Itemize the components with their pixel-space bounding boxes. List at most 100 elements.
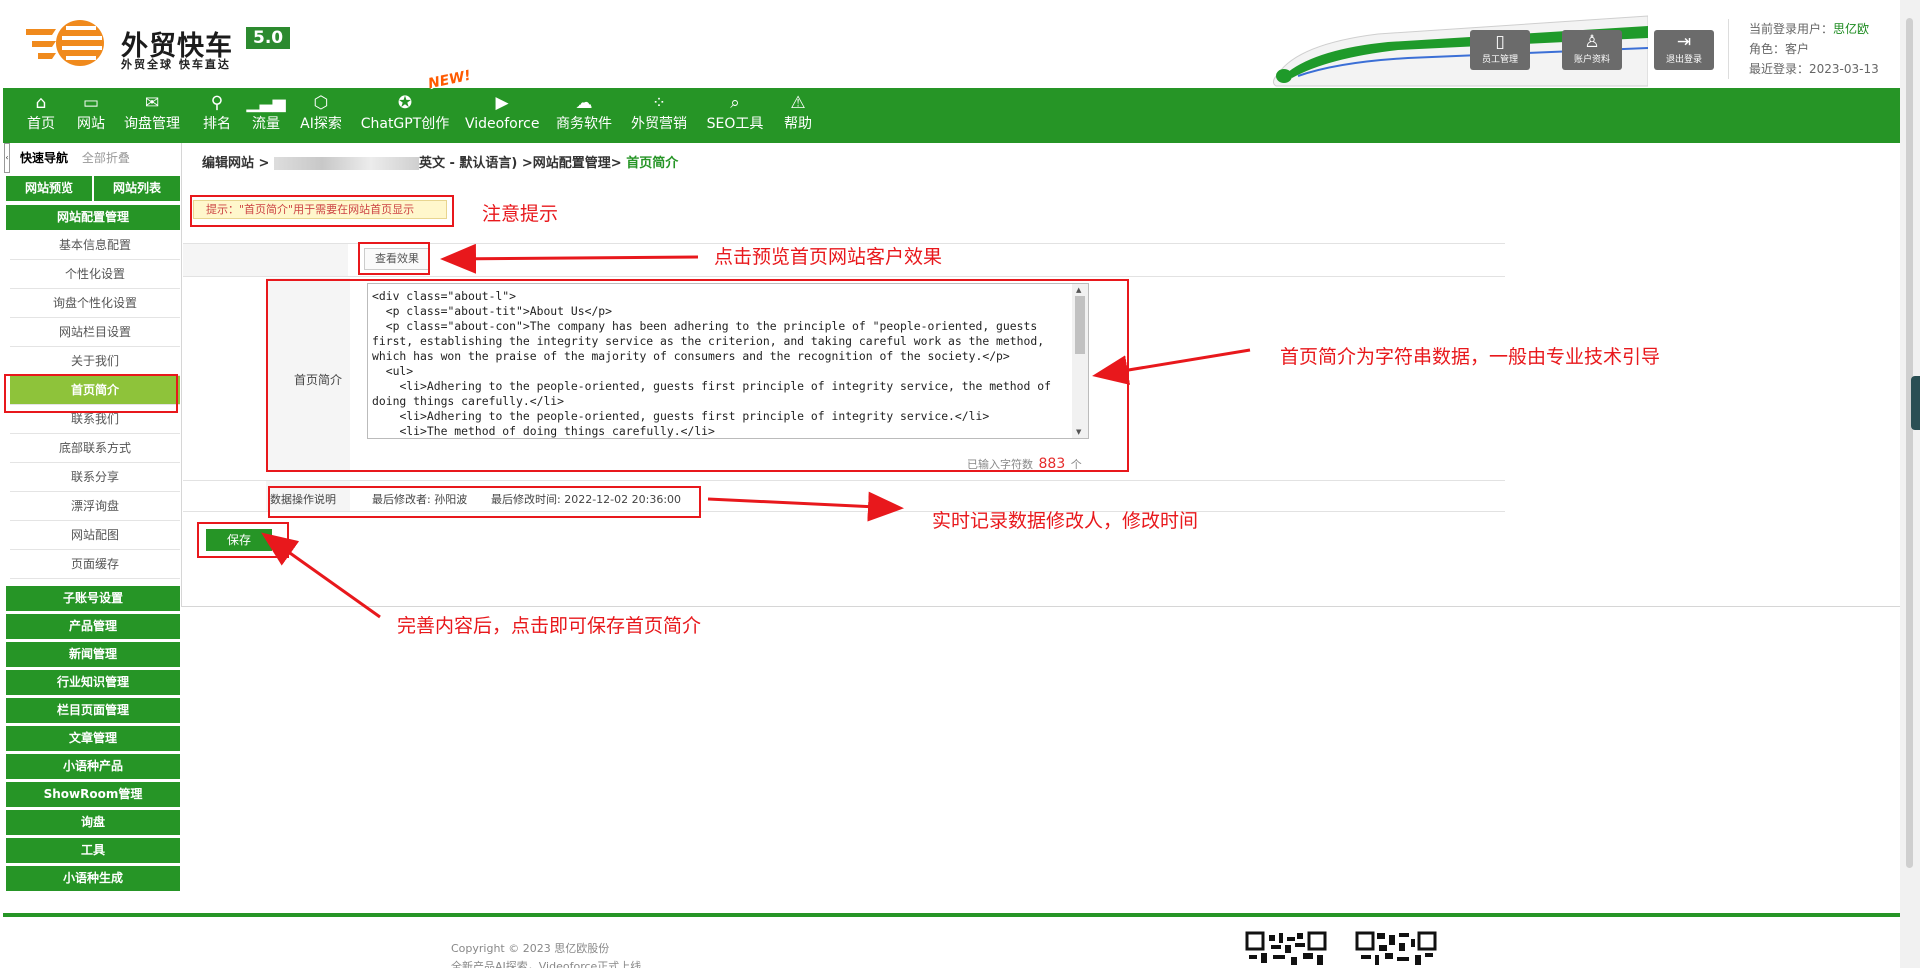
account-icon: ♙ xyxy=(1584,32,1600,52)
sidebar-item[interactable]: 网站配图 xyxy=(10,521,180,550)
sidebar-group[interactable]: 行业知识管理 xyxy=(6,670,180,695)
tip-highlight-box xyxy=(190,195,454,227)
breadcrumb: 编辑网站 > 英文 - 默认语言) >网站配置管理> 首页简介 xyxy=(202,152,678,171)
nav-label: 排名 xyxy=(203,116,231,132)
home-icon: ⌂ xyxy=(35,93,47,113)
view-highlight-box xyxy=(358,242,430,275)
sidebar-group[interactable]: 栏目页面管理 xyxy=(6,698,180,723)
site-list-button[interactable]: 网站列表 xyxy=(94,176,180,201)
search-icon: ⌕ xyxy=(730,93,740,113)
staff-manage-button[interactable]: ▯ 员工管理 xyxy=(1470,30,1530,70)
logout-label: 退出登录 xyxy=(1665,55,1702,65)
annotation-preview: 点击预览首页网站客户效果 xyxy=(714,246,943,268)
qr-code-icon xyxy=(1355,931,1437,968)
nav-label: Videoforce xyxy=(465,116,540,132)
sidebar-group[interactable]: 文章管理 xyxy=(6,726,180,751)
nav-label: 外贸营销 xyxy=(631,116,687,132)
annotation-save: 完善内容后，点击即可保存首页简介 xyxy=(397,615,702,637)
sidebar-item[interactable]: 个性化设置 xyxy=(10,260,180,289)
active-item-highlight-box xyxy=(4,374,178,413)
sidebar-item[interactable]: 网站栏目设置 xyxy=(10,318,180,347)
site-preview-button[interactable]: 网站预览 xyxy=(6,176,92,201)
software-icon: ☁ xyxy=(575,93,593,113)
nav-videoforce[interactable]: ▶ Videoforce xyxy=(465,88,539,143)
nav-label: 网站 xyxy=(77,116,105,132)
nav-business-software[interactable]: ☁ 商务软件 xyxy=(553,88,615,143)
breadcrumb-prefix[interactable]: 编辑网站 > xyxy=(202,156,269,171)
save-highlight-box xyxy=(197,522,289,558)
sidebar-item[interactable]: 基本信息配置 xyxy=(10,231,180,260)
nav-label: ChatGPT创作 xyxy=(360,116,450,132)
top-header: 外贸快车 5.0 外贸全球 快车直达 ▯ 员工管理 ♙ 账户资料 ⇥ 退出登录 … xyxy=(0,0,1900,88)
bar-chart-icon: ▁▃▅ xyxy=(246,93,286,113)
sidebar-group[interactable]: 新闻管理 xyxy=(6,642,180,667)
main-nav-bar: ⌂ 首页 ▭ 网站 ✉ 询盘管理 ⚲ 排名 ▁▃▅ 流量 ⬡ AI探索 ✪ ChatGPT创作… xyxy=(3,88,1900,143)
nav-website[interactable]: ▭ 网站 xyxy=(71,88,111,143)
marketing-icon: ⁘ xyxy=(651,93,667,113)
breadcrumb-lang[interactable]: 英文 - 默认语言) >网站配置管理> xyxy=(419,156,622,171)
sidebar-group[interactable]: 小语种生成 xyxy=(6,866,180,891)
sidebar-item[interactable]: 关于我们 xyxy=(10,347,180,376)
sidebar-item[interactable]: 页面缓存 xyxy=(10,550,180,579)
nav-label: SEO工具 xyxy=(706,116,764,132)
sidebar-group[interactable]: 工具 xyxy=(6,838,180,863)
nav-ai-explore[interactable]: ⬡ AI探索 xyxy=(295,88,347,143)
nav-marketing[interactable]: ⁘ 外贸营销 xyxy=(628,88,690,143)
user-role: 角色：客户 xyxy=(1749,42,1810,56)
nav-help[interactable]: ⚠ 帮助 xyxy=(778,88,818,143)
mail-icon: ✉ xyxy=(144,93,160,113)
footer-news[interactable]: 全新产品AI探索，Videoforce正式上线 xyxy=(451,958,641,968)
logout-button[interactable]: ⇥ 退出登录 xyxy=(1654,30,1714,70)
meta-highlight-box xyxy=(268,486,701,518)
collapse-all-link[interactable]: 全部折叠 xyxy=(82,151,130,165)
page-scrollbar[interactable] xyxy=(1900,0,1920,968)
sidebar-item[interactable]: 漂浮询盘 xyxy=(10,492,180,521)
nav-label: AI探索 xyxy=(300,116,342,132)
side-float-tab[interactable] xyxy=(1911,376,1920,430)
page-scroll-thumb[interactable] xyxy=(1906,18,1913,868)
nav-label: 商务软件 xyxy=(556,116,612,132)
logout-icon: ⇥ xyxy=(1676,32,1692,52)
annotation-tip: 注意提示 xyxy=(482,203,559,225)
nav-home[interactable]: ⌂ 首页 xyxy=(21,88,61,143)
ranking-icon: ⚲ xyxy=(210,93,224,113)
ai-icon: ⬡ xyxy=(313,93,329,113)
account-info-label: 账户资料 xyxy=(1573,55,1610,65)
sidebar-item[interactable]: 询盘个性化设置 xyxy=(10,289,180,318)
nav-label: 首页 xyxy=(27,116,55,132)
annotation-record: 实时记录数据修改人，修改时间 xyxy=(932,510,1199,532)
sidebar-group[interactable]: 产品管理 xyxy=(6,614,180,639)
nav-chatgpt[interactable]: ✪ ChatGPT创作 xyxy=(360,88,450,143)
brand-version: 5.0 xyxy=(246,27,291,49)
sidebar-header: 快速导航 全部折叠 xyxy=(10,149,180,166)
footer-divider xyxy=(3,913,1900,917)
brand-slogan: 外贸全球 快车直达 xyxy=(121,58,231,71)
monitor-icon: ▭ xyxy=(82,93,100,113)
sidebar-group[interactable]: 小语种产品 xyxy=(6,754,180,779)
sidebar-item[interactable]: 联系分享 xyxy=(10,463,180,492)
user-info-panel: 当前登录用户：思亿欧 角色：客户 最近登录：2023-03-13 xyxy=(1728,19,1879,79)
sidebar-group[interactable]: 询盘 xyxy=(6,810,180,835)
staff-manage-label: 员工管理 xyxy=(1481,55,1518,65)
current-user-label: 当前登录用户： xyxy=(1749,22,1834,36)
nav-label: 询盘管理 xyxy=(124,116,180,132)
staff-icon: ▯ xyxy=(1495,32,1505,52)
nav-ranking[interactable]: ⚲ 排名 xyxy=(197,88,237,143)
site-config-group[interactable]: 网站配置管理 xyxy=(6,205,180,230)
nav-inquiry[interactable]: ✉ 询盘管理 xyxy=(121,88,183,143)
current-user-name[interactable]: 思亿欧 xyxy=(1833,22,1869,36)
footer-text: Copyright © 2023 思亿欧股份 全新产品AI探索，Videofor… xyxy=(451,940,641,968)
annotation-intro: 首页简介为字符串数据，一般由专业技术引导 xyxy=(1280,346,1661,368)
nav-traffic[interactable]: ▁▃▅ 流量 xyxy=(246,88,286,143)
sidebar-item[interactable]: 底部联系方式 xyxy=(10,434,180,463)
nav-seo-tools[interactable]: ⌕ SEO工具 xyxy=(704,88,766,143)
sidebar-group[interactable]: 子账号设置 xyxy=(6,586,180,611)
footer-copyright: Copyright © 2023 思亿欧股份 xyxy=(451,942,610,955)
sidebar-group[interactable]: ShowRoom管理 xyxy=(6,782,180,807)
quick-nav-label: 快速导航 xyxy=(20,151,69,165)
help-icon: ⚠ xyxy=(790,93,806,113)
sidebar: ‹ 快速导航 全部折叠 网站预览 网站列表 网站配置管理 基本信息配置 个性化设置… xyxy=(4,143,180,893)
qr-code-icon xyxy=(1245,931,1327,968)
account-info-button[interactable]: ♙ 账户资料 xyxy=(1562,30,1622,70)
last-login: 最近登录：2023-03-13 xyxy=(1749,62,1879,76)
